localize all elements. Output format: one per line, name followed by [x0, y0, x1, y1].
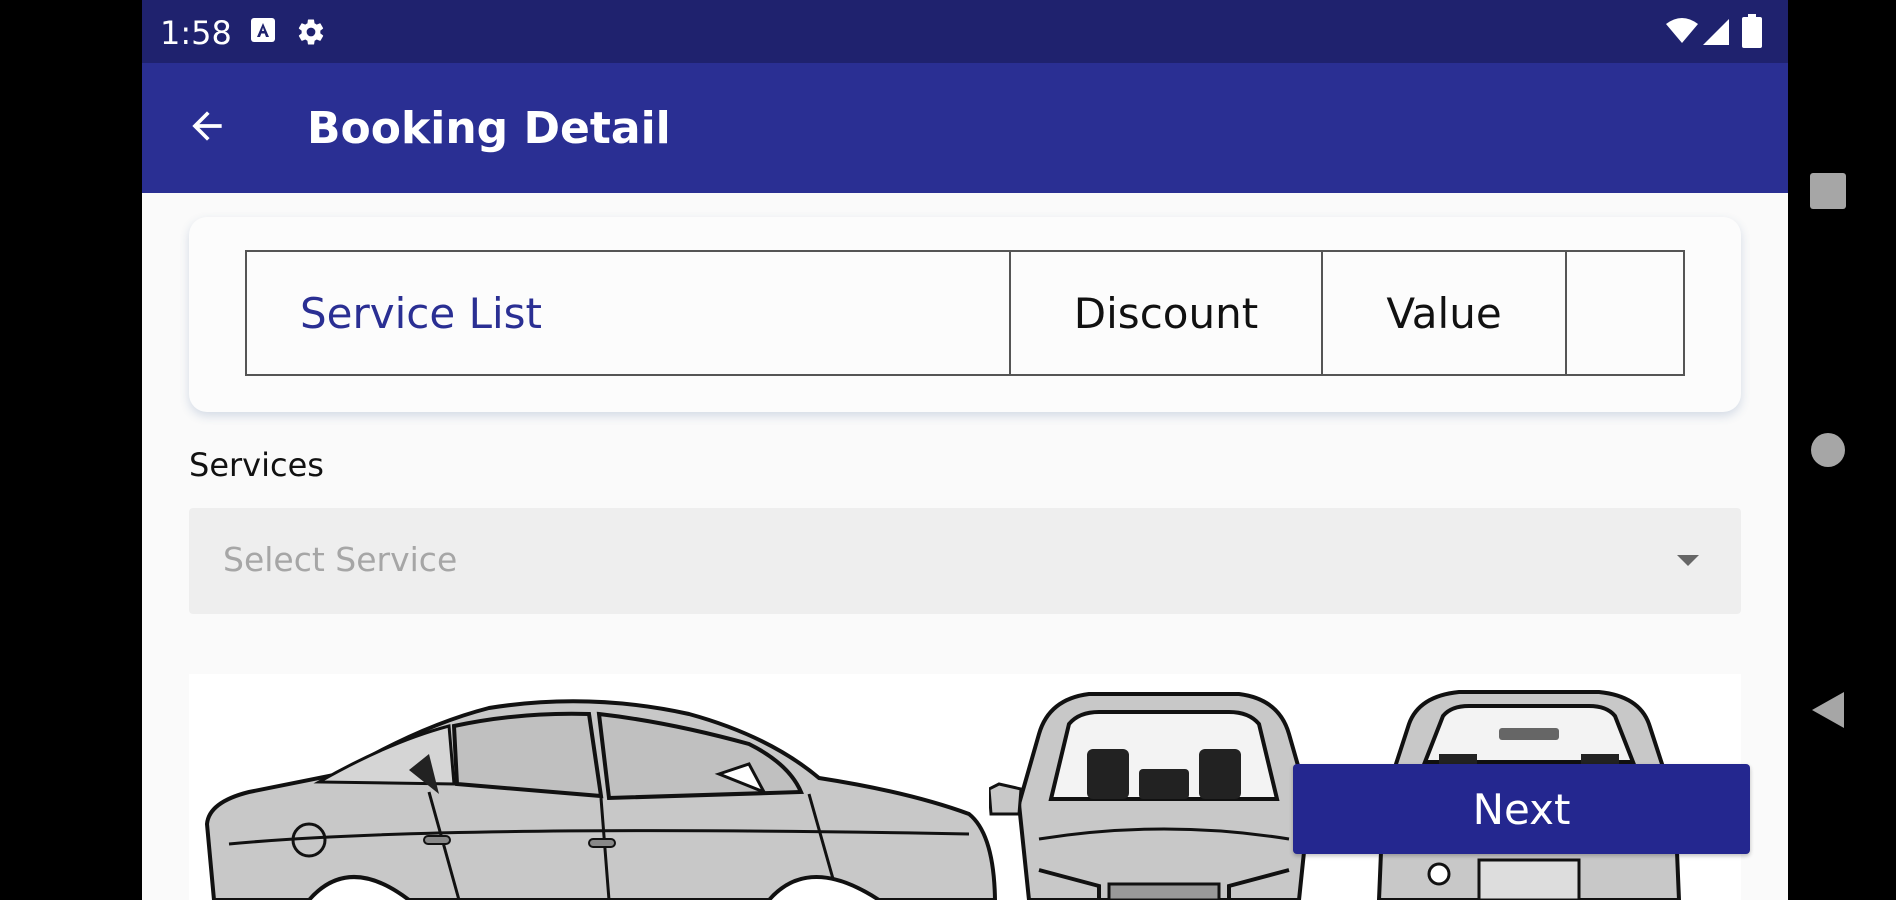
service-table-header: Service List Discount Value — [245, 250, 1685, 376]
recents-icon[interactable] — [1810, 173, 1846, 214]
back-button[interactable] — [182, 103, 232, 153]
services-label: Services — [189, 446, 324, 484]
select-placeholder: Select Service — [223, 540, 458, 579]
arrow-back-icon — [185, 104, 229, 153]
wifi-icon — [1666, 18, 1698, 49]
app-bar: Booking Detail — [142, 63, 1788, 193]
home-icon[interactable] — [1810, 432, 1846, 473]
battery-icon — [1742, 14, 1762, 53]
service-list-header: Service List — [300, 288, 542, 338]
next-button[interactable]: Next — [1293, 764, 1750, 854]
status-bar: 1:58 — [142, 0, 1788, 63]
action-header — [1565, 252, 1683, 374]
system-navigation-bar — [1788, 0, 1896, 900]
car-front-view-icon[interactable] — [989, 674, 1339, 900]
service-list-card: Service List Discount Value — [189, 217, 1741, 412]
discount-header: Discount — [1009, 252, 1321, 374]
status-time: 1:58 — [160, 14, 232, 52]
dropdown-arrow-icon — [1677, 555, 1699, 566]
value-header: Value — [1321, 252, 1565, 374]
a-notification-icon — [250, 17, 276, 48]
settings-icon — [296, 17, 326, 52]
cellular-signal-icon — [1702, 18, 1730, 51]
car-side-view-icon[interactable] — [189, 674, 1009, 900]
service-select[interactable]: Select Service — [189, 508, 1741, 614]
back-icon[interactable] — [1810, 690, 1846, 735]
page-title: Booking Detail — [307, 103, 671, 154]
app-screen: 1:58 Booking Detail Service List Discoun… — [142, 0, 1788, 900]
